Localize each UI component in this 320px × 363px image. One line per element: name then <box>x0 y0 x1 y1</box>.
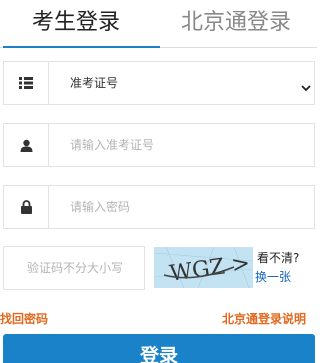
active-tab-indicator <box>3 46 160 48</box>
tab-candidate-login[interactable]: 考生登录 <box>32 8 120 38</box>
tab-beijingtong-login[interactable]: 北京通登录 <box>181 8 291 38</box>
login-button[interactable]: 登录 <box>3 334 315 363</box>
captcha-field[interactable]: 验证码不分大小写 <box>3 246 145 290</box>
id-number-field[interactable]: 请输入准考证号 <box>3 123 315 167</box>
captcha-input[interactable]: 验证码不分大小写 <box>4 247 146 289</box>
user-icon <box>4 124 49 166</box>
chevron-down-icon[interactable] <box>301 77 311 96</box>
login-tabs: 考生登录 北京通登录 <box>0 0 317 50</box>
beijingtong-help-link[interactable]: 北京通登录说明 <box>222 310 306 327</box>
captcha-image[interactable]: WGZ > <box>154 247 253 288</box>
password-input[interactable]: 请输入密码 <box>70 186 130 228</box>
captcha-unclear-label: 看不清? <box>257 251 300 265</box>
forgot-password-link[interactable]: 找回密码 <box>0 310 48 327</box>
id-type-select[interactable]: 准考证号 <box>3 61 315 105</box>
password-field[interactable]: 请输入密码 <box>3 185 315 229</box>
id-type-selected: 准考证号 <box>70 76 119 90</box>
captcha-refresh-link[interactable]: 换一张 <box>255 268 291 285</box>
id-number-input[interactable]: 请输入准考证号 <box>70 124 154 166</box>
lock-icon <box>4 186 49 228</box>
list-icon <box>4 62 49 104</box>
